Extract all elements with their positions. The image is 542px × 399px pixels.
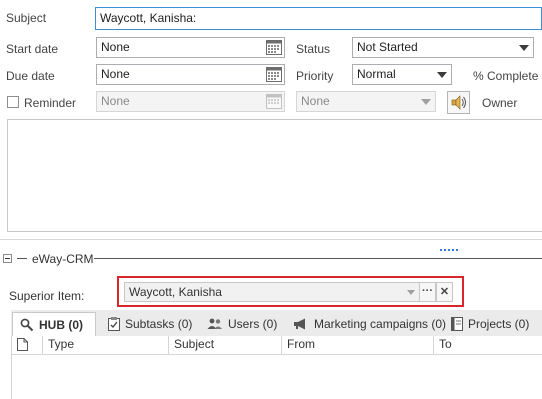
start-date-label: Start date bbox=[6, 42, 59, 56]
due-date-label: Due date bbox=[6, 69, 55, 83]
grid-body[interactable] bbox=[11, 355, 542, 399]
reminder-time-select[interactable]: None bbox=[296, 91, 436, 112]
chevron-down-icon bbox=[519, 45, 529, 51]
clear-button[interactable]: ✕ bbox=[436, 282, 453, 302]
tab-hub-label: HUB (0) bbox=[39, 317, 83, 332]
section-rule-left bbox=[17, 258, 27, 259]
splitter-grip[interactable] bbox=[440, 241, 460, 251]
column-header-type[interactable]: Type bbox=[43, 336, 169, 354]
status-label: Status bbox=[296, 42, 331, 56]
start-date-value: None bbox=[101, 40, 130, 54]
owner-label: Owner bbox=[482, 96, 518, 110]
column-header-subject[interactable]: Subject bbox=[169, 336, 282, 354]
tab-projects[interactable]: Projects (0) bbox=[444, 312, 536, 336]
more-options-button[interactable]: ··· bbox=[419, 282, 436, 302]
speaker-icon bbox=[451, 95, 466, 110]
column-header-from[interactable]: From bbox=[282, 336, 434, 354]
splitter-line bbox=[0, 239, 542, 240]
column-header-attachment[interactable] bbox=[11, 336, 43, 354]
reminder-time-value: None bbox=[301, 94, 330, 108]
subject-label: Subject bbox=[6, 11, 47, 25]
minus-icon bbox=[5, 258, 10, 259]
status-value: Not Started bbox=[357, 40, 418, 54]
due-date-value: None bbox=[101, 67, 130, 81]
priority-label: Priority bbox=[296, 69, 334, 83]
section-rule-right bbox=[94, 258, 542, 259]
hub-icon bbox=[20, 318, 34, 331]
tab-subtasks-label: Subtasks (0) bbox=[125, 317, 193, 331]
priority-value: Normal bbox=[357, 67, 396, 81]
status-select[interactable]: Not Started bbox=[352, 37, 534, 58]
reminder-checkbox[interactable] bbox=[7, 96, 19, 108]
superior-item-input[interactable]: Waycott, Kanisha bbox=[124, 282, 420, 302]
subject-input[interactable]: Waycott, Kanisha: bbox=[95, 7, 542, 30]
tab-marketing-campaigns[interactable]: Marketing campaigns (0) bbox=[286, 312, 453, 336]
reminder-date-field[interactable]: None bbox=[96, 91, 285, 112]
chevron-down-icon bbox=[421, 99, 431, 105]
tab-projects-label: Projects (0) bbox=[468, 317, 530, 331]
notes-textarea[interactable] bbox=[7, 119, 542, 232]
priority-select[interactable]: Normal bbox=[352, 64, 452, 85]
column-header-to[interactable]: To bbox=[434, 336, 542, 354]
tab-users[interactable]: Users (0) bbox=[200, 312, 284, 336]
reminder-label: Reminder bbox=[24, 96, 77, 110]
percent-complete-label: % Complete bbox=[473, 69, 539, 83]
due-date-field[interactable]: None bbox=[96, 64, 285, 85]
calendar-icon[interactable] bbox=[266, 40, 282, 55]
projects-icon bbox=[451, 317, 463, 331]
users-icon bbox=[207, 318, 222, 329]
superior-item-label: Superior Item: bbox=[9, 289, 85, 303]
collapse-toggle[interactable] bbox=[3, 254, 12, 263]
start-date-field[interactable]: None bbox=[96, 37, 285, 58]
document-icon bbox=[17, 338, 28, 351]
calendar-icon[interactable] bbox=[266, 67, 282, 82]
reminder-sound-button[interactable] bbox=[447, 91, 470, 114]
section-title: eWay-CRM bbox=[32, 252, 94, 266]
tab-subtasks[interactable]: Subtasks (0) bbox=[101, 312, 199, 336]
chevron-down-icon bbox=[437, 72, 447, 78]
subtasks-icon bbox=[108, 317, 120, 331]
chevron-down-icon bbox=[407, 290, 415, 295]
tab-marketing-campaigns-label: Marketing campaigns (0) bbox=[314, 317, 447, 331]
tab-hub[interactable]: HUB (0) bbox=[12, 312, 96, 336]
calendar-icon bbox=[266, 94, 282, 109]
megaphone-icon bbox=[294, 318, 305, 330]
tab-users-label: Users (0) bbox=[228, 317, 278, 331]
reminder-date-value: None bbox=[101, 94, 130, 108]
grip-dots-icon bbox=[440, 249, 458, 251]
superior-item-value: Waycott, Kanisha bbox=[129, 285, 222, 299]
